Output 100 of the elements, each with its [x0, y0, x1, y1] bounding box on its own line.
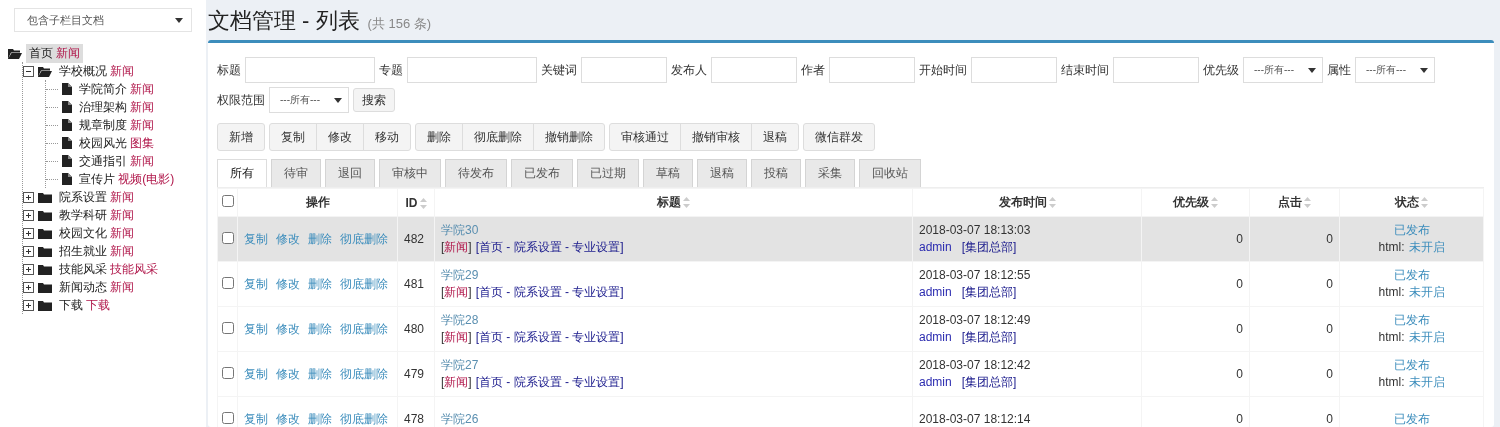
- expand-icon[interactable]: [23, 191, 34, 203]
- html-status-link[interactable]: 未开启: [1408, 375, 1445, 389]
- action-link[interactable]: 复制: [244, 321, 268, 336]
- status-link[interactable]: 已发布: [1393, 268, 1430, 282]
- toolbar-button[interactable]: 撤销删除: [533, 123, 605, 151]
- title-link[interactable]: 学院26: [441, 411, 479, 426]
- row-checkbox[interactable]: [221, 366, 234, 379]
- row-checkbox[interactable]: [221, 231, 234, 244]
- breadcrumb-link[interactable]: [首页 - 院系设置 - 专业设置]: [475, 330, 624, 344]
- action-link[interactable]: 复制: [244, 411, 268, 426]
- tab[interactable]: 所有: [217, 159, 267, 187]
- html-status-link[interactable]: 未开启: [1408, 330, 1445, 344]
- breadcrumb-link[interactable]: [首页 - 院系设置 - 专业设置]: [475, 285, 624, 299]
- category-dropdown[interactable]: 包含子栏目文档: [14, 8, 192, 32]
- toolbar-button[interactable]: 移动: [363, 123, 411, 151]
- department-link[interactable]: [集团总部]: [961, 285, 1017, 299]
- tab[interactable]: 退稿: [697, 159, 747, 187]
- author-link[interactable]: admin: [919, 330, 952, 344]
- action-link[interactable]: 删除: [308, 411, 332, 426]
- status-link[interactable]: 已发布: [1393, 411, 1430, 426]
- tree-item[interactable]: 下载 下载: [56, 295, 114, 315]
- row-checkbox[interactable]: [221, 411, 234, 424]
- action-link[interactable]: 彻底删除: [340, 276, 388, 291]
- column-header[interactable]: 标题: [657, 195, 681, 209]
- tree-item[interactable]: 院系设置 新闻: [56, 187, 138, 207]
- action-link[interactable]: 彻底删除: [340, 366, 388, 381]
- tree-item[interactable]: 教学科研 新闻: [56, 205, 138, 225]
- row-checkbox[interactable]: [221, 321, 234, 334]
- toolbar-button[interactable]: 退稿: [751, 123, 799, 151]
- select-all-checkbox[interactable]: [221, 195, 234, 207]
- input-field[interactable]: [971, 57, 1057, 83]
- action-link[interactable]: 删除: [308, 366, 332, 381]
- collapse-icon[interactable]: [23, 65, 34, 77]
- tree-item[interactable]: 交通指引 新闻: [76, 151, 158, 171]
- row-checkbox[interactable]: [221, 276, 234, 289]
- tab[interactable]: 回收站: [859, 159, 921, 187]
- action-link[interactable]: 修改: [276, 321, 300, 336]
- department-link[interactable]: [集团总部]: [961, 375, 1017, 389]
- expand-icon[interactable]: [23, 209, 34, 221]
- action-link[interactable]: 复制: [244, 276, 268, 291]
- toolbar-button[interactable]: 审核通过: [609, 123, 681, 151]
- action-link[interactable]: 删除: [308, 321, 332, 336]
- tree-item[interactable]: 新闻动态 新闻: [56, 277, 138, 297]
- department-link[interactable]: [集团总部]: [961, 240, 1017, 254]
- select-field[interactable]: ---所有---: [269, 87, 349, 113]
- author-link[interactable]: admin: [919, 240, 952, 254]
- breadcrumb-link[interactable]: [首页 - 院系设置 - 专业设置]: [475, 240, 624, 254]
- action-link[interactable]: 彻底删除: [340, 411, 388, 426]
- title-link[interactable]: 学院29: [441, 268, 479, 282]
- action-link[interactable]: 彻底删除: [340, 321, 388, 336]
- tree-item[interactable]: 学校概况 新闻: [56, 61, 138, 81]
- input-field[interactable]: [581, 57, 667, 83]
- tab[interactable]: 已过期: [577, 159, 639, 187]
- tree-item[interactable]: 技能风采 技能风采: [56, 259, 162, 279]
- tree-item[interactable]: 招生就业 新闻: [56, 241, 138, 261]
- select-field[interactable]: ---所有---: [1355, 57, 1435, 83]
- tree-item[interactable]: 首页 新闻: [26, 43, 84, 63]
- action-link[interactable]: 修改: [276, 276, 300, 291]
- status-link[interactable]: 已发布: [1393, 358, 1430, 372]
- column-header[interactable]: 状态: [1395, 195, 1419, 209]
- author-link[interactable]: admin: [919, 285, 952, 299]
- expand-icon[interactable]: [23, 281, 34, 293]
- action-link[interactable]: 删除: [308, 276, 332, 291]
- expand-icon[interactable]: [23, 227, 34, 239]
- tree-item[interactable]: 校园文化 新闻: [56, 223, 138, 243]
- action-link[interactable]: 修改: [276, 366, 300, 381]
- action-link[interactable]: 修改: [276, 411, 300, 426]
- expand-icon[interactable]: [23, 245, 34, 257]
- toolbar-button[interactable]: 修改: [316, 123, 364, 151]
- tab[interactable]: 审核中: [379, 159, 441, 187]
- toolbar-button[interactable]: 新增: [217, 123, 265, 151]
- column-header[interactable]: ID: [405, 195, 418, 210]
- status-link[interactable]: 已发布: [1393, 313, 1430, 327]
- toolbar-button[interactable]: 撤销审核: [680, 123, 752, 151]
- tree-item[interactable]: 治理架构 新闻: [76, 97, 158, 117]
- highlighted-row[interactable]: 复制 修改 删除 彻底删除 482 学院30 [新闻] [首页 - 院系设置 - 专业设置] 2018-03-07 18:13:03 admin [集团总部] 0 0 已发布 html: 未开启: [217, 216, 1484, 262]
- column-header[interactable]: 发布时间: [998, 195, 1047, 209]
- action-link[interactable]: 复制: [244, 366, 268, 381]
- toolbar-button[interactable]: 微信群发: [803, 123, 875, 151]
- expand-icon[interactable]: [23, 263, 34, 275]
- breadcrumb-link[interactable]: [首页 - 院系设置 - 专业设置]: [475, 375, 624, 389]
- tab[interactable]: 采集: [805, 159, 855, 187]
- toolbar-button[interactable]: 删除: [415, 123, 463, 151]
- input-field[interactable]: [245, 57, 375, 83]
- html-status-link[interactable]: 未开启: [1408, 285, 1445, 299]
- title-link[interactable]: 学院28: [441, 313, 479, 327]
- tab[interactable]: 退回: [325, 159, 375, 187]
- tab[interactable]: 已发布: [511, 159, 573, 187]
- tree-item[interactable]: 规章制度 新闻: [76, 115, 158, 135]
- input-field[interactable]: [829, 57, 915, 83]
- column-header[interactable]: 点击: [1278, 195, 1302, 209]
- tree-item[interactable]: 校园风光 图集: [76, 133, 158, 153]
- expand-icon[interactable]: [23, 299, 34, 311]
- search-button[interactable]: 搜索: [353, 88, 395, 112]
- select-field[interactable]: ---所有---: [1243, 57, 1323, 83]
- input-field[interactable]: [407, 57, 537, 83]
- tree-item[interactable]: 宣传片 视频(电影): [76, 169, 178, 189]
- input-field[interactable]: [1113, 57, 1199, 83]
- toolbar-button[interactable]: 复制: [269, 123, 317, 151]
- toolbar-button[interactable]: 彻底删除: [462, 123, 534, 151]
